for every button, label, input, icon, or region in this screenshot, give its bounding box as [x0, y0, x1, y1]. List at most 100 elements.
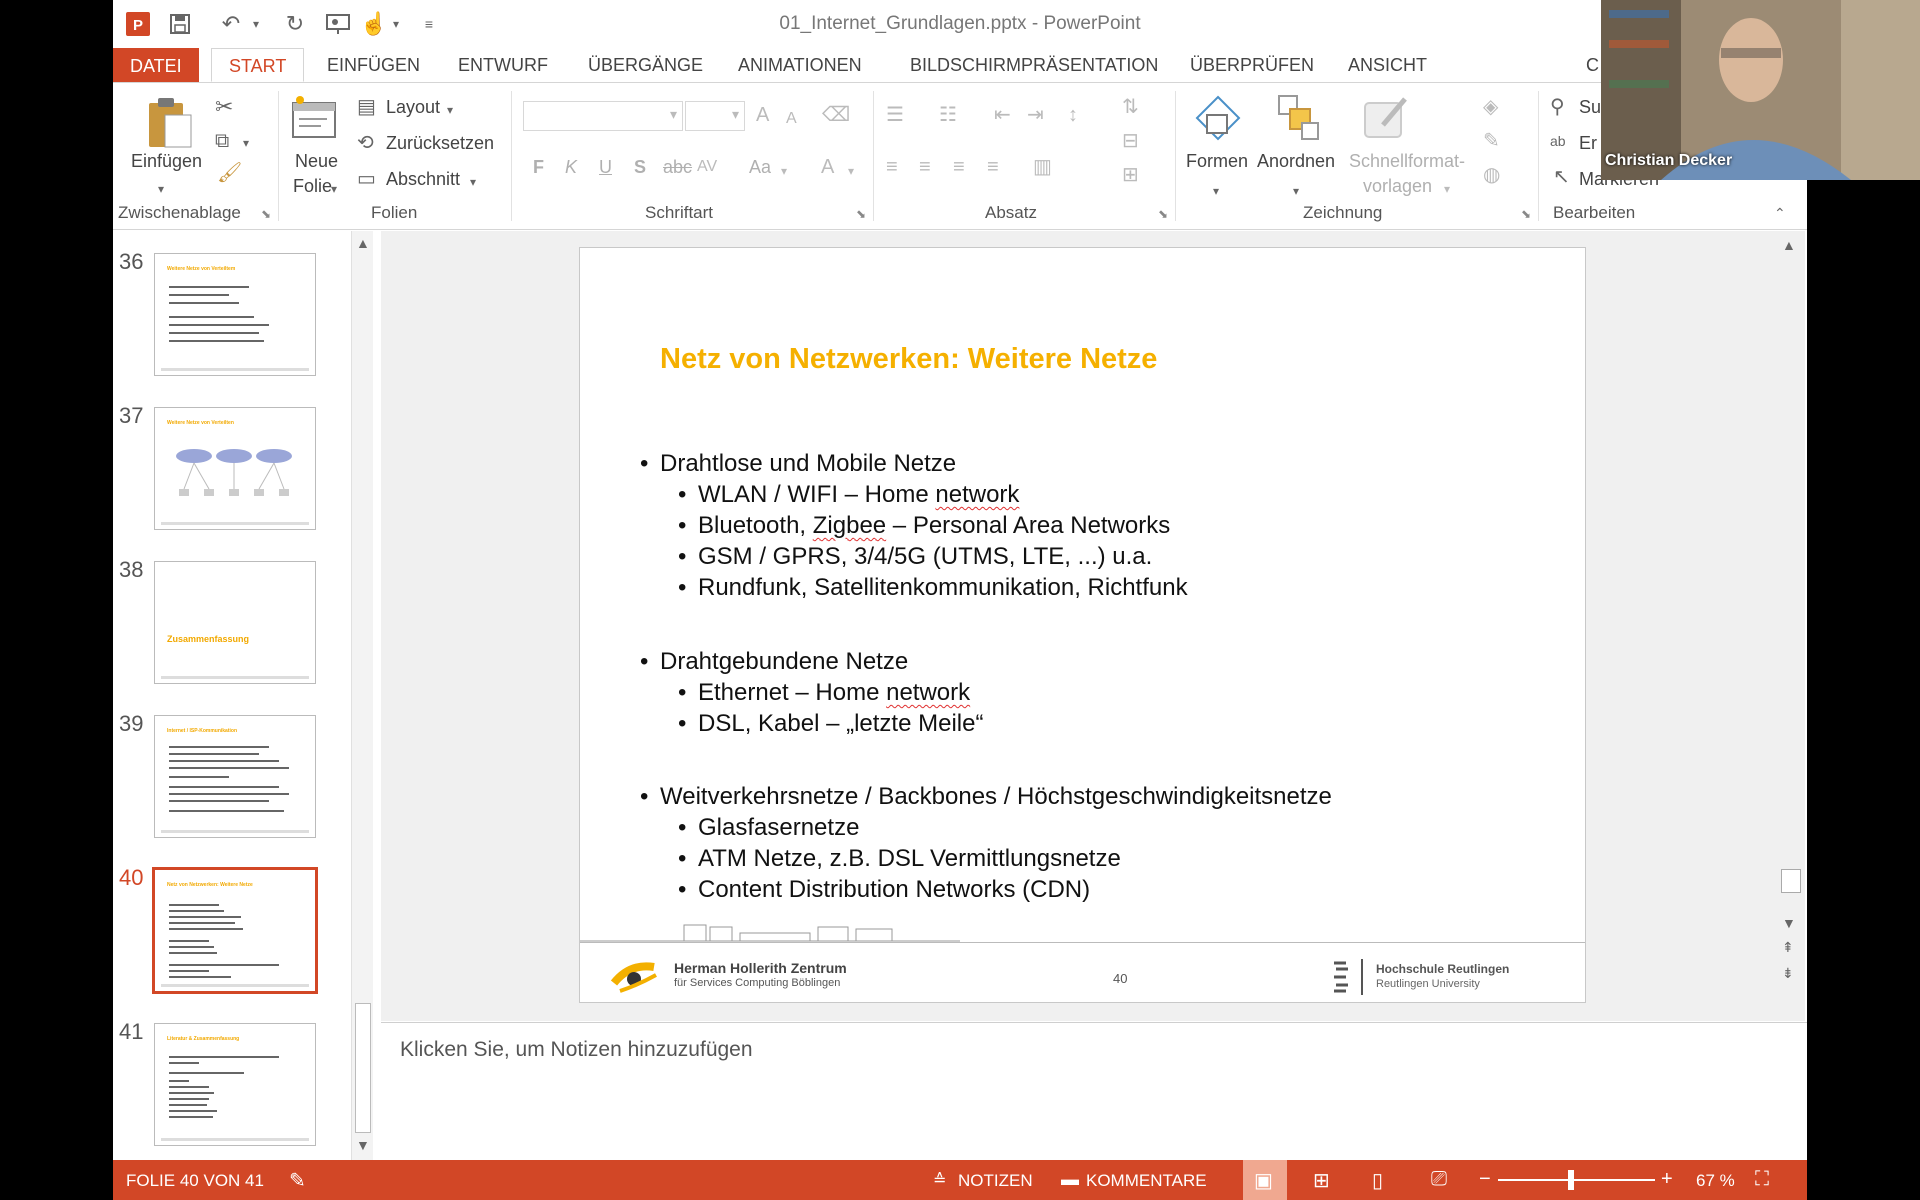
- bullet-level-2[interactable]: Rundfunk, Satellitenkommunikation, Richt…: [678, 574, 1188, 602]
- slide-sorter-icon[interactable]: ⊞: [1313, 1168, 1330, 1193]
- comments-icon[interactable]: ▬: [1061, 1169, 1079, 1190]
- scroll-down-icon[interactable]: ▼: [1782, 915, 1796, 931]
- slide-canvas[interactable]: Netz von Netzwerken: Weitere Netze Draht…: [579, 247, 1586, 1003]
- bullet-level-1[interactable]: Weitverkehrsnetze / Backbones / Höchstge…: [640, 783, 1332, 811]
- bold-button[interactable]: F: [533, 157, 544, 178]
- quick-styles-icon[interactable]: [1361, 93, 1411, 143]
- collapse-ribbon-icon[interactable]: ⌃: [1774, 203, 1786, 223]
- bullet-level-1[interactable]: Drahtgebundene Netze: [640, 648, 908, 676]
- tab-more[interactable]: C: [1586, 48, 1599, 82]
- replace-button[interactable]: Er: [1579, 133, 1597, 154]
- underline-button[interactable]: U: [599, 157, 612, 178]
- slide-scrollbar[interactable]: ▲ ▼ ⇞ ⇟: [1778, 231, 1805, 1021]
- slide-thumbnail-37[interactable]: Weitere Netze von Verteilten: [154, 407, 316, 530]
- smartart-icon[interactable]: ⊞: [1122, 165, 1139, 185]
- zoom-in-icon[interactable]: +: [1661, 1168, 1673, 1191]
- bullet-level-2[interactable]: DSL, Kabel – „letzte Meile“: [678, 710, 984, 738]
- shapes-dropdown-icon[interactable]: ▾: [1213, 181, 1219, 201]
- scrollbar-thumb[interactable]: [1781, 869, 1801, 893]
- bullet-level-2[interactable]: Ethernet – Home network: [678, 679, 970, 707]
- shapes-icon[interactable]: [1193, 93, 1243, 143]
- zoom-slider[interactable]: [1498, 1179, 1655, 1181]
- zoom-level[interactable]: 67 %: [1696, 1171, 1735, 1191]
- italic-button[interactable]: K: [565, 157, 577, 178]
- clear-formatting-icon[interactable]: ⌫: [822, 105, 850, 125]
- align-center-icon[interactable]: ≡: [919, 157, 931, 177]
- shrink-font-icon[interactable]: A: [786, 109, 797, 129]
- zoom-out-icon[interactable]: −: [1479, 1168, 1491, 1191]
- align-left-icon[interactable]: ≡: [886, 157, 898, 177]
- notes-button[interactable]: NOTIZEN: [958, 1171, 1033, 1191]
- slide-thumbnail-39[interactable]: Internet / ISP-Kommunikation: [154, 715, 316, 838]
- bullet-level-2[interactable]: Bluetooth, Zigbee – Personal Area Networ…: [678, 512, 1170, 540]
- tab-ueberpruefen[interactable]: ÜBERPRÜFEN: [1190, 48, 1314, 82]
- layout-icon[interactable]: ▤: [357, 97, 376, 117]
- copy-dropdown-icon[interactable]: ▾: [243, 133, 249, 153]
- tab-animationen[interactable]: ANIMATIONEN: [738, 48, 862, 82]
- font-color-dropdown-icon[interactable]: ▾: [848, 161, 854, 181]
- new-slide-label-1[interactable]: Neue: [295, 151, 338, 172]
- quick-styles-label-2[interactable]: vorlagen: [1363, 176, 1432, 197]
- quick-styles-dropdown-icon[interactable]: ▾: [1444, 179, 1450, 199]
- decrease-indent-icon[interactable]: ⇤: [994, 105, 1011, 125]
- arrange-icon[interactable]: [1276, 93, 1322, 143]
- bullets-icon[interactable]: ☰: [886, 105, 904, 125]
- thumbnails-scrollbar[interactable]: ▲ ▼: [351, 231, 373, 1160]
- notes-placeholder[interactable]: Klicken Sie, um Notizen hinzuzufügen: [400, 1038, 753, 1062]
- paste-dropdown-icon[interactable]: ▾: [158, 179, 164, 199]
- numbering-icon[interactable]: ☷: [939, 105, 957, 125]
- new-slide-icon[interactable]: [291, 95, 337, 143]
- reading-view-icon[interactable]: ▯: [1372, 1168, 1383, 1193]
- new-slide-label-2[interactable]: Folie: [293, 176, 332, 197]
- drawing-launcher-icon[interactable]: ⬊: [1521, 207, 1531, 221]
- slide-title[interactable]: Netz von Netzwerken: Weitere Netze: [660, 343, 1157, 376]
- fit-to-window-icon[interactable]: ⛶: [1755, 1168, 1769, 1191]
- reset-button[interactable]: Zurücksetzen: [386, 133, 494, 154]
- bullet-level-2[interactable]: GSM / GPRS, 3/4/5G (UTMS, LTE, ...) u.a.: [678, 543, 1152, 571]
- scroll-up-icon[interactable]: ▲: [1782, 237, 1796, 253]
- arrange-button[interactable]: Anordnen: [1257, 151, 1335, 172]
- find-icon[interactable]: ⚲: [1550, 97, 1565, 117]
- change-case-dropdown-icon[interactable]: ▾: [781, 161, 787, 181]
- section-icon[interactable]: ▭: [357, 169, 376, 189]
- slide-thumbnail-41[interactable]: Literatur & Zusammenfassung: [154, 1023, 316, 1146]
- paste-icon[interactable]: [145, 95, 195, 151]
- align-text-icon[interactable]: ⊟: [1122, 131, 1139, 151]
- scrollbar-thumb[interactable]: [355, 1003, 371, 1133]
- slide-thumbnail-40-selected[interactable]: Netz von Netzwerken: Weitere Netze: [152, 867, 318, 994]
- layout-dropdown-icon[interactable]: ▾: [447, 100, 453, 120]
- align-right-icon[interactable]: ≡: [953, 157, 965, 177]
- increase-indent-icon[interactable]: ⇥: [1027, 105, 1044, 125]
- grow-font-icon[interactable]: A: [756, 105, 769, 125]
- tab-datei[interactable]: DATEI: [113, 48, 199, 84]
- slide-thumbnail-36[interactable]: Weitere Netze von Verteiltem: [154, 253, 316, 376]
- shadow-button[interactable]: S: [634, 157, 646, 178]
- paragraph-launcher-icon[interactable]: ⬊: [1158, 207, 1168, 221]
- bullet-level-1[interactable]: Drahtlose und Mobile Netze: [640, 450, 956, 478]
- previous-slide-icon[interactable]: ⇞: [1782, 939, 1794, 956]
- copy-icon[interactable]: ⧉: [215, 131, 229, 151]
- font-color-icon[interactable]: A: [821, 157, 834, 177]
- font-launcher-icon[interactable]: ⬊: [856, 207, 866, 221]
- section-button[interactable]: Abschnitt: [386, 169, 460, 190]
- slide-thumbnail-38[interactable]: Zusammenfassung: [154, 561, 316, 684]
- bullet-level-2[interactable]: Glasfasernetze: [678, 814, 859, 842]
- quick-styles-label-1[interactable]: Schnellformat-: [1349, 151, 1465, 172]
- bullet-level-2[interactable]: ATM Netze, z.B. DSL Vermittlungsnetze: [678, 845, 1121, 873]
- new-slide-dropdown-icon[interactable]: ▾: [331, 179, 337, 199]
- text-direction-icon[interactable]: ⇅: [1122, 97, 1139, 117]
- strikethrough-button[interactable]: abc: [663, 157, 692, 178]
- shape-outline-icon[interactable]: ✎: [1483, 131, 1500, 151]
- justify-icon[interactable]: ≡: [987, 157, 999, 177]
- notes-icon[interactable]: ≙: [933, 1170, 946, 1190]
- shape-effects-icon[interactable]: ◍: [1483, 165, 1500, 185]
- shapes-button[interactable]: Formen: [1186, 151, 1248, 172]
- change-case-button[interactable]: Aa: [749, 157, 771, 178]
- tab-start[interactable]: START: [211, 48, 305, 82]
- tab-uebergaenge[interactable]: ÜBERGÄNGE: [588, 48, 703, 82]
- font-name-combo[interactable]: [523, 101, 683, 131]
- tab-ansicht[interactable]: ANSICHT: [1348, 48, 1427, 82]
- scroll-down-icon[interactable]: ▼: [356, 1137, 370, 1153]
- tab-einfuegen[interactable]: EINFÜGEN: [327, 48, 420, 82]
- replace-icon[interactable]: ab: [1550, 131, 1566, 151]
